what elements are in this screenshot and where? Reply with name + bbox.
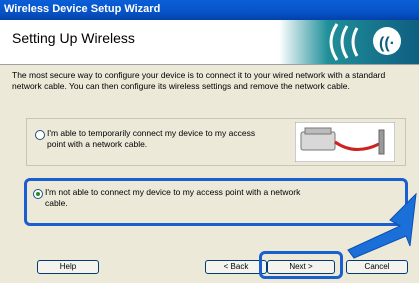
window-title: Wireless Device Setup Wizard: [4, 3, 161, 15]
option-connect-cable-label: I'm able to temporarily connect my devic…: [47, 128, 256, 149]
svg-text:((·: ((·: [379, 35, 395, 52]
radio-no-cable[interactable]: [33, 189, 43, 199]
help-button[interactable]: Help: [37, 260, 99, 274]
wizard-window: Wireless Device Setup Wizard Setting Up …: [0, 0, 419, 283]
intro-text: The most secure way to configure your de…: [12, 70, 386, 91]
cancel-button[interactable]: Cancel: [346, 260, 408, 274]
option-no-cable-label: I'm not able to connect my device to my …: [45, 187, 301, 208]
arrow-pointer-icon: [347, 192, 417, 259]
title-bar: Wireless Device Setup Wizard: [0, 0, 419, 20]
printer-cable-illustration: [295, 122, 395, 162]
wireless-signal-icon: ((·: [279, 20, 419, 64]
wizard-header: Setting Up Wireless ((·: [0, 20, 419, 65]
next-button[interactable]: Next >: [267, 260, 335, 274]
page-title: Setting Up Wireless: [12, 30, 135, 46]
back-button[interactable]: < Back: [205, 260, 267, 274]
radio-connect-cable[interactable]: [35, 130, 45, 140]
